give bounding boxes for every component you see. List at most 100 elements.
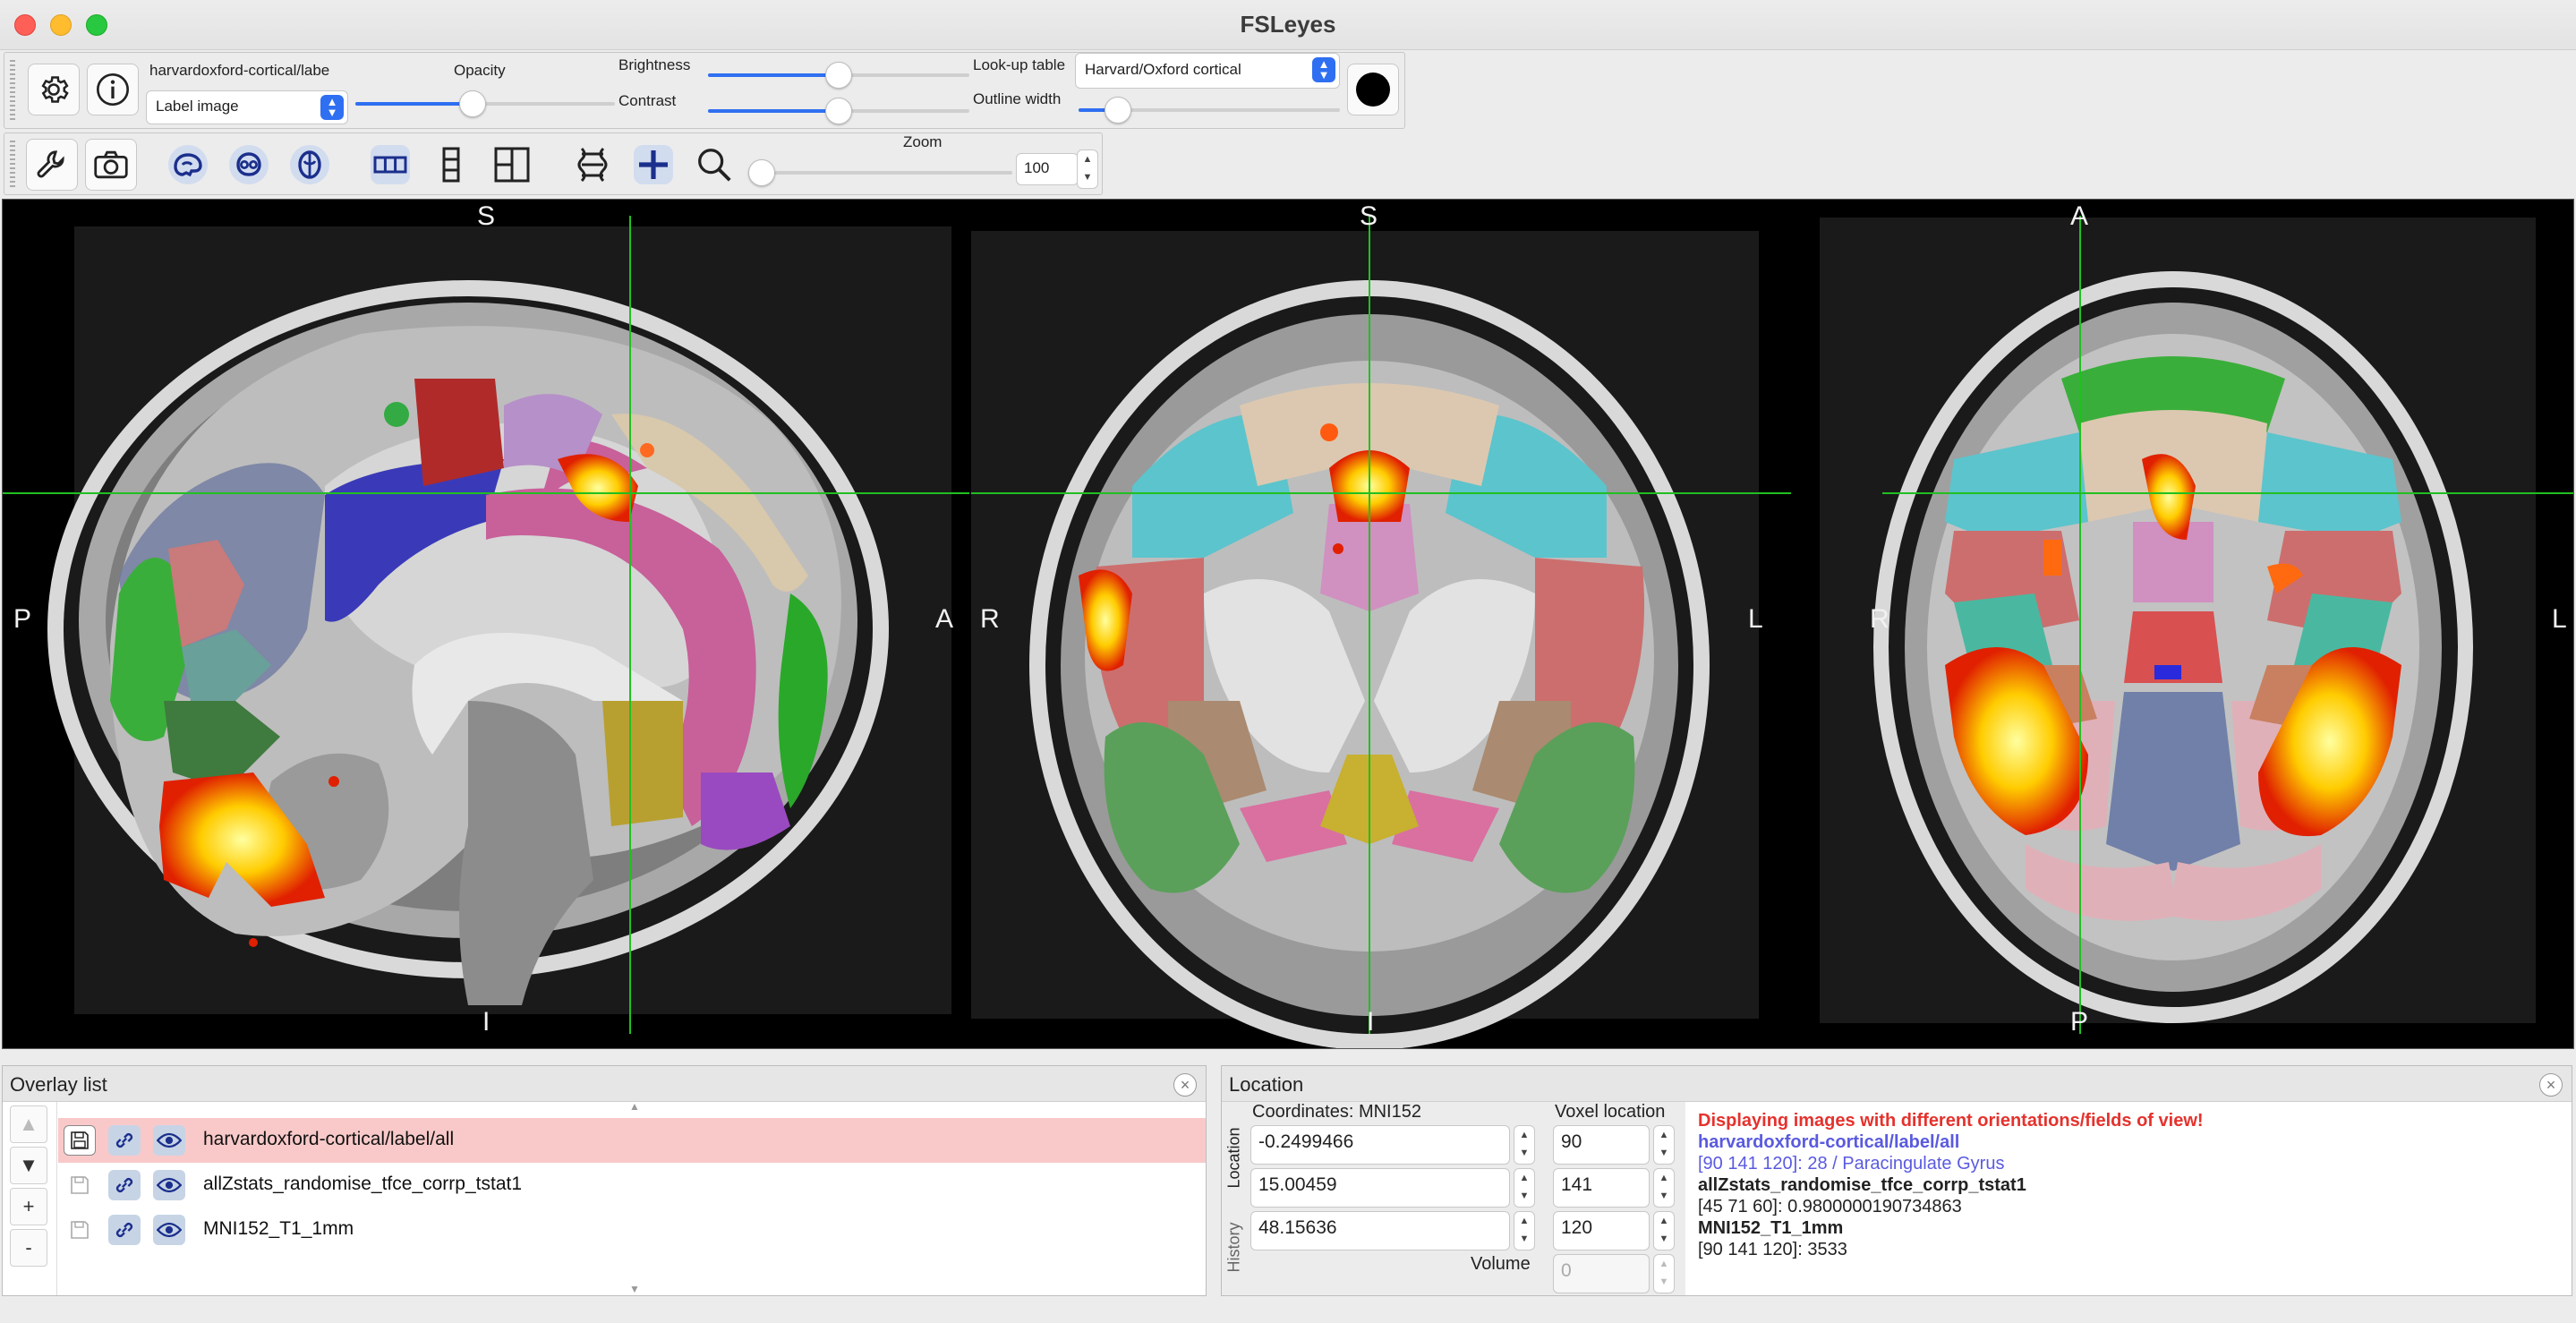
coordinate-y-stepper[interactable]: ▲ ▼ <box>1514 1168 1535 1208</box>
coordinate-x-input[interactable]: -0.2499466 <box>1250 1125 1510 1165</box>
zoom-slider-knob[interactable] <box>748 159 775 186</box>
close-panel-button[interactable]: × <box>2539 1073 2563 1097</box>
toggle-coronal-button[interactable] <box>223 139 275 191</box>
coordinate-z-input[interactable]: 48.15636 <box>1250 1211 1510 1250</box>
chain-link-icon <box>115 1133 133 1148</box>
overlay-3-name: MNI152_T1_1mm <box>1698 1218 1844 1238</box>
link-overlay-button[interactable] <box>108 1170 141 1200</box>
grid-layout-button[interactable] <box>486 139 538 191</box>
zoom-input[interactable]: 100 <box>1016 153 1079 185</box>
scroll-down-arrow-icon[interactable]: ▼ <box>629 1283 640 1295</box>
info-icon <box>97 73 129 106</box>
save-overlay-button[interactable] <box>64 1215 96 1245</box>
volume-input[interactable]: 0 <box>1553 1254 1650 1293</box>
contrast-slider[interactable] <box>708 98 969 124</box>
overlay-name: allZstats_randomise_tfce_corrp_tstat1 <box>203 1174 523 1194</box>
coronal-label-right: L <box>1748 604 1763 634</box>
voxel-x-stepper[interactable]: ▲ ▼ <box>1653 1125 1675 1165</box>
camera-icon <box>94 150 128 179</box>
window-title: FSLeyes <box>1240 11 1336 38</box>
zoom-tool-button[interactable] <box>688 139 740 191</box>
brightness-slider-knob[interactable] <box>825 62 852 89</box>
ortho-canvas[interactable]: S I P A S I R L A P R L <box>2 199 2574 1049</box>
voxel-x-input[interactable]: 90 <box>1553 1125 1650 1165</box>
overlay-name-field[interactable]: harvardoxford-cortical/labe <box>146 58 348 87</box>
link-overlay-button[interactable] <box>108 1125 141 1156</box>
move-overlay-up-button[interactable]: ▲ <box>10 1105 47 1143</box>
wrench-icon <box>37 150 64 178</box>
toggle-sagittal-button[interactable] <box>162 139 214 191</box>
screenshot-button[interactable] <box>85 139 137 191</box>
toggle-axial-button[interactable] <box>284 139 336 191</box>
title-bar: FSLeyes <box>0 0 2576 50</box>
coordinate-z-stepper[interactable]: ▲ ▼ <box>1514 1211 1535 1250</box>
display-settings-button[interactable] <box>28 64 80 115</box>
contrast-slider-knob[interactable] <box>825 98 852 124</box>
zoom-stepper[interactable]: ▲ ▼ <box>1077 149 1098 189</box>
zoom-label: Zoom <box>903 133 943 150</box>
eye-icon <box>157 1177 182 1193</box>
sagittal-view[interactable]: S I P A <box>3 200 969 1048</box>
view-settings-button[interactable] <box>26 139 78 191</box>
volume-stepper[interactable]: ▲ ▼ <box>1653 1254 1675 1293</box>
coronal-view[interactable]: S I R L <box>971 200 1791 1048</box>
save-overlay-button[interactable] <box>64 1125 96 1156</box>
brightness-slider[interactable] <box>708 62 969 89</box>
close-panel-button[interactable]: × <box>1173 1073 1197 1097</box>
location-header: Location × <box>1222 1066 2572 1102</box>
ortho-toolbar: Zoom 100 ▲ ▼ <box>4 132 1103 195</box>
link-overlay-button[interactable] <box>108 1215 141 1245</box>
brightness-label: Brightness <box>618 56 691 73</box>
voxel-z-stepper[interactable]: ▲ ▼ <box>1653 1211 1675 1250</box>
location-tab[interactable]: Location <box>1224 1116 1245 1202</box>
crosshair-icon <box>634 145 673 184</box>
toolbar-grip[interactable] <box>10 141 15 187</box>
axial-cursor-vertical <box>2079 216 2081 1034</box>
overlay-info-button[interactable] <box>87 64 139 115</box>
opacity-slider-knob[interactable] <box>458 90 486 117</box>
toggle-visibility-button[interactable] <box>153 1215 185 1245</box>
lut-select[interactable]: Harvard/Oxford cortical ▲ ▼ <box>1075 53 1340 89</box>
overlay-2-value: [45 71 60]: 0.9800000190734863 <box>1698 1197 1962 1216</box>
move-overlay-down-button[interactable]: ▼ <box>10 1147 47 1184</box>
grid-layout-icon <box>494 147 530 183</box>
scroll-up-arrow-icon[interactable]: ▲ <box>629 1100 640 1113</box>
gear-icon <box>41 76 69 103</box>
voxel-y-input[interactable]: 141 <box>1553 1168 1650 1208</box>
remove-overlay-button[interactable]: - <box>10 1229 47 1267</box>
overlay-list-item[interactable]: allZstats_randomise_tfce_corrp_tstat1 <box>58 1163 1206 1208</box>
overlay-type-select[interactable]: Label image ▲ ▼ <box>146 90 348 124</box>
toggle-cursor-button[interactable] <box>627 139 679 191</box>
voxel-y-stepper[interactable]: ▲ ▼ <box>1653 1168 1675 1208</box>
coordinate-y-input[interactable]: 15.00459 <box>1250 1168 1510 1208</box>
toggle-visibility-button[interactable] <box>153 1125 185 1156</box>
outline-color-button[interactable] <box>1347 64 1399 115</box>
overlay-list-item[interactable]: MNI152_T1_1mm <box>58 1208 1206 1252</box>
coordinate-x-stepper[interactable]: ▲ ▼ <box>1514 1125 1535 1165</box>
coronal-label-bottom: I <box>1367 1007 1375 1037</box>
outline-width-slider[interactable] <box>1079 97 1340 124</box>
axial-view[interactable]: A P R L <box>1793 200 2573 1048</box>
movie-mode-button[interactable] <box>567 139 618 191</box>
overlay-list-panel: Overlay list × ▲ ▼ + - ▲ ▼ harvardoxford… <box>2 1065 1207 1296</box>
opacity-slider[interactable] <box>355 90 615 117</box>
vertical-layout-button[interactable] <box>425 139 477 191</box>
outline-width-slider-knob[interactable] <box>1104 97 1131 124</box>
toolbar-grip[interactable] <box>10 60 15 121</box>
volume-label: Volume <box>1471 1254 1531 1274</box>
zoom-slider[interactable] <box>748 159 1012 186</box>
overlay-display-toolbar: harvardoxford-cortical/labe Label image … <box>4 52 1405 129</box>
save-disk-icon <box>71 1131 89 1149</box>
axial-label-bottom: P <box>2070 1007 2089 1037</box>
horizontal-layout-button[interactable] <box>364 139 416 191</box>
toggle-visibility-button[interactable] <box>153 1170 185 1200</box>
voxel-z-input[interactable]: 120 <box>1553 1211 1650 1250</box>
history-tab[interactable]: History <box>1224 1206 1245 1292</box>
history-tab-label: History <box>1224 1222 1243 1273</box>
coronal-label-left: R <box>980 604 1000 634</box>
voxel-location-label: Voxel location <box>1555 1102 1666 1122</box>
location-tab-label: Location <box>1224 1127 1243 1189</box>
overlay-list-item[interactable]: harvardoxford-cortical/label/all <box>58 1118 1206 1163</box>
add-overlay-button[interactable]: + <box>10 1188 47 1225</box>
save-overlay-button[interactable] <box>64 1170 96 1200</box>
